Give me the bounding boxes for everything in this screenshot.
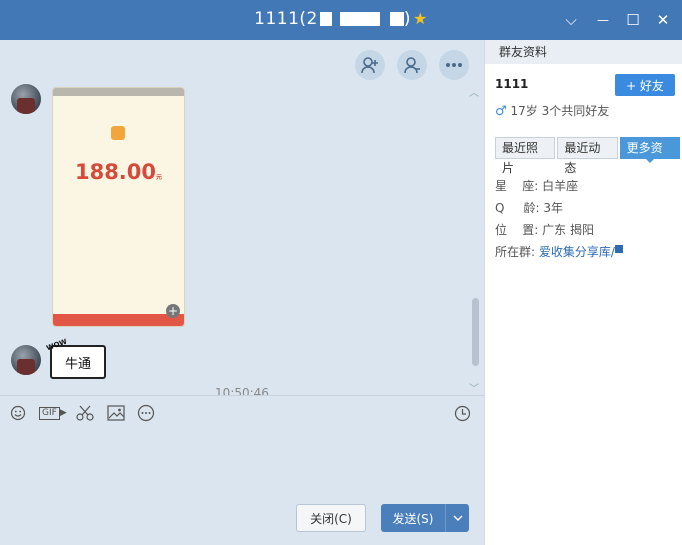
member-profile-panel: 群友资料 1111 + 好友 ♂ 17岁 3个共同好友 最近照片 最近动态 更多…: [484, 40, 682, 545]
more-dots-icon: [446, 63, 462, 67]
field-group: 所在群: 爱收集分享库/: [495, 243, 623, 260]
more-tools-icon[interactable]: [137, 404, 155, 422]
send-button[interactable]: 发送(S): [381, 504, 445, 532]
profile-tabs: 最近照片 最近动态 更多资料: [495, 137, 682, 175]
field-q-age: Q 龄: 3年: [495, 201, 564, 215]
more-options-button[interactable]: [439, 50, 469, 80]
chat-image-message[interactable]: 188.00元 +: [52, 87, 185, 327]
chevron-down-icon: [453, 515, 462, 521]
tab-recent-photos[interactable]: 最近照片: [495, 137, 556, 175]
window-title-text: 1111(2: [254, 9, 318, 29]
maximize-button[interactable]: ☐: [621, 8, 645, 32]
person-icon: [404, 57, 420, 74]
sticker-text: 牛通: [64, 356, 91, 372]
field-location: 位 置: 广东 揭阳: [495, 223, 594, 237]
redacted-block: [389, 12, 404, 26]
gif-icon[interactable]: GIF ▶: [39, 404, 67, 422]
profile-summary: ♂ 17岁 3个共同好友: [495, 102, 609, 119]
image-bottom-bar: [53, 314, 184, 326]
chat-area: 188.00元 + 牛通 WOW 10:50:46 ︿ ﹀: [0, 40, 484, 395]
scrollbar-thumb[interactable]: [472, 298, 479, 366]
scroll-down-icon[interactable]: ﹀: [469, 380, 479, 395]
add-member-button[interactable]: [355, 50, 385, 80]
close-chat-button[interactable]: 关闭(C): [296, 504, 366, 532]
red-packet-logo-icon: [111, 126, 125, 140]
redacted-block: [319, 12, 332, 26]
scissors-icon[interactable]: [76, 404, 94, 422]
add-friend-button[interactable]: + 好友: [615, 74, 675, 96]
avatar[interactable]: [11, 84, 41, 114]
add-person-icon: [361, 57, 378, 74]
group-icon: [614, 245, 623, 253]
zoom-plus-icon[interactable]: +: [166, 304, 180, 318]
title-bar: 1111(2) ★ ⌵ — ☐ ✕: [0, 0, 682, 40]
profile-info-text: 17岁 3个共同好友: [510, 104, 610, 118]
scroll-up-icon[interactable]: ︿: [469, 84, 479, 99]
window-title-end: ): [403, 9, 411, 29]
red-packet-amount: 188.00元: [74, 160, 163, 184]
sticker-message[interactable]: 牛通: [50, 345, 106, 379]
close-button[interactable]: ✕: [651, 8, 675, 32]
emoji-icon[interactable]: [10, 404, 26, 422]
member-button[interactable]: [397, 50, 427, 80]
profile-name: 1111: [495, 77, 529, 91]
avatar[interactable]: [11, 345, 41, 375]
image-status-bar: [53, 88, 184, 96]
tab-more-info[interactable]: 更多资料: [619, 137, 680, 175]
menu-chevron-icon[interactable]: ⌵: [559, 8, 583, 32]
minimize-button[interactable]: —: [591, 8, 615, 32]
message-timestamp: 10:50:46: [215, 386, 269, 395]
star-icon: ★: [413, 9, 428, 28]
message-composer: GIF ▶ 关闭(C) 发送(S): [0, 395, 484, 545]
field-constellation: 星 座: 白羊座: [495, 179, 579, 193]
send-options-dropdown[interactable]: [445, 504, 469, 532]
image-icon[interactable]: [107, 404, 125, 422]
male-icon: ♂: [495, 104, 507, 119]
redacted-block: [339, 12, 380, 26]
tab-recent-activity[interactable]: 最近动态: [557, 137, 618, 175]
group-link[interactable]: 爱收集分享库/: [539, 245, 615, 259]
panel-header: 群友资料: [485, 40, 682, 64]
history-clock-icon[interactable]: [454, 404, 471, 422]
